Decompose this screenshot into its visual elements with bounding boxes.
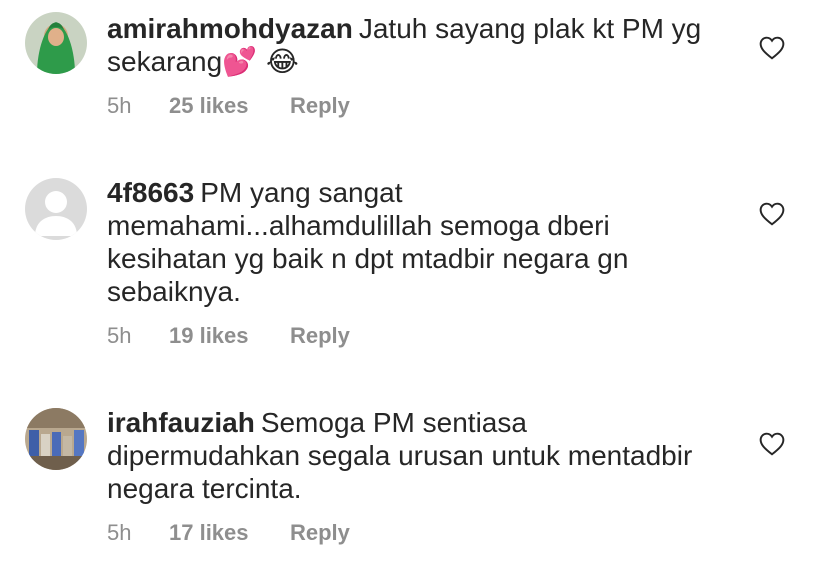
like-button[interactable]	[759, 36, 785, 60]
avatar[interactable]	[25, 178, 87, 240]
comment-likes-count[interactable]: 19 likes	[169, 323, 290, 349]
avatar-image	[25, 12, 87, 74]
comment-timestamp: 5h	[107, 323, 132, 348]
comment-meta: 5h 19 likes Reply	[107, 323, 350, 349]
default-avatar-icon	[25, 178, 87, 240]
reply-button[interactable]: Reply	[290, 323, 350, 349]
like-button[interactable]	[759, 202, 785, 226]
comment-username[interactable]: 4f8663	[107, 177, 194, 208]
reply-button[interactable]: Reply	[290, 520, 350, 546]
reply-button[interactable]: Reply	[290, 93, 350, 119]
comment-emoji: 💕 😂	[222, 45, 299, 78]
comment-timestamp: 5h	[107, 520, 132, 545]
like-button[interactable]	[759, 432, 785, 456]
avatar[interactable]	[25, 408, 87, 470]
heart-outline-icon	[759, 202, 785, 226]
comment-likes-count[interactable]: 17 likes	[169, 520, 290, 546]
comment-username[interactable]: irahfauziah	[107, 407, 255, 438]
avatar-image	[25, 408, 87, 470]
comment-timestamp: 5h	[107, 93, 132, 118]
comment-body: amirahmohdyazan Jatuh sayang plak kt PM y…	[107, 12, 707, 78]
comment-meta: 5h 17 likes Reply	[107, 520, 350, 546]
comment-body: 4f8663 PM yang sangat memahami...alhamdul…	[107, 176, 677, 308]
comment-body: irahfauziah Semoga PM sentiasa dipermudah…	[107, 406, 707, 505]
comment-likes-count[interactable]: 25 likes	[169, 93, 290, 119]
comment-username[interactable]: amirahmohdyazan	[107, 13, 353, 44]
comment-meta: 5h 25 likes Reply	[107, 93, 350, 119]
heart-outline-icon	[759, 432, 785, 456]
avatar[interactable]	[25, 12, 87, 74]
heart-outline-icon	[759, 36, 785, 60]
